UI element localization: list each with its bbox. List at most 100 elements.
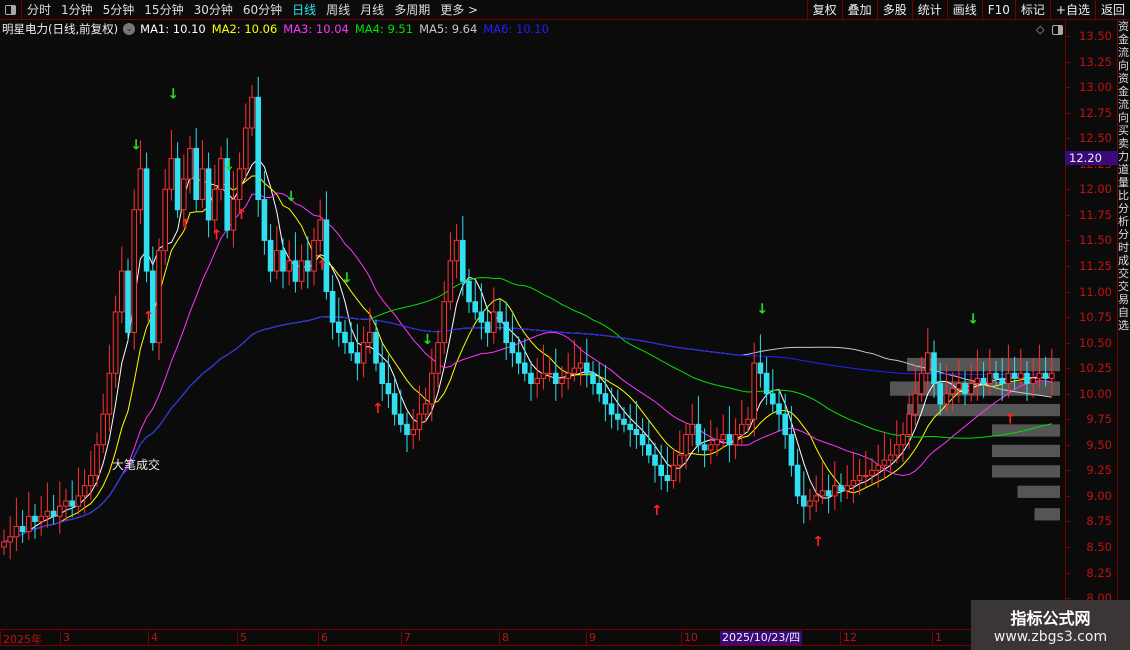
candle — [193, 127, 199, 211]
candle — [398, 389, 404, 433]
toolbar-button[interactable]: 标记 — [1014, 0, 1050, 20]
toolbar-right-buttons: 复权 叠加 多股 统计 画线 F10 标记 +自选 返回 — [806, 0, 1130, 20]
toolbar-button[interactable]: F10 — [981, 0, 1015, 20]
period-tab[interactable]: 多周期 — [389, 1, 435, 18]
candle — [286, 240, 292, 286]
candle — [106, 344, 113, 432]
price-tick: 9.50 — [1086, 437, 1112, 452]
candle — [869, 458, 875, 484]
side-panel-tabs[interactable]: 资金流向资金流向买卖力道量比分析分时成交交易自选 — [1118, 20, 1130, 630]
period-tab[interactable]: 月线 — [355, 1, 389, 18]
candle — [274, 226, 280, 280]
toolbar-button[interactable]: 返回 — [1094, 0, 1130, 20]
candle — [881, 431, 888, 480]
big-trade-label: 大笔成交 — [112, 458, 161, 472]
candle — [360, 326, 367, 378]
period-tab[interactable]: 5分钟 — [98, 1, 140, 18]
period-tab[interactable]: 分时 — [22, 1, 56, 18]
candle — [416, 385, 423, 441]
watermark-title: 指标公式网 — [1010, 609, 1091, 628]
candle — [621, 406, 627, 433]
price-tick: 8.75 — [1086, 514, 1112, 529]
candle — [7, 516, 13, 560]
ma-line-1 — [3, 157, 1052, 543]
month-label: 12 — [840, 631, 857, 646]
candle — [100, 393, 107, 453]
month-label: 2025年 — [0, 631, 42, 646]
ma-line-6 — [3, 316, 1052, 543]
sell-arrow-icon: ↓ — [285, 189, 297, 205]
buy-arrow-icon: ↑ — [651, 503, 663, 519]
tick-mark — [1066, 419, 1071, 421]
candle — [342, 320, 348, 354]
candle — [900, 422, 906, 463]
candlestick-chart[interactable]: ↓ ↓ ↓ ↓ ↓ ↓ ↓ ↓ ↑ ↑ ↑ ↑ ↑ ↑ ↑ ↑ ↑ — [0, 20, 1065, 629]
candle — [391, 377, 398, 426]
candle — [590, 360, 596, 395]
candle — [534, 357, 541, 398]
period-tab[interactable]: 更多 > — [435, 1, 483, 18]
candle — [125, 258, 131, 341]
period-tab[interactable]: 日线 — [287, 1, 321, 18]
candle — [354, 324, 361, 381]
candle — [323, 191, 330, 300]
toolbar: 分时 1分钟 5分钟 15分钟 30分钟 60分钟 日线 周线 月线 多周期 更多 > 复权 叠加 多股… — [0, 0, 1130, 20]
sell-arrow-icon: ↓ — [223, 158, 235, 174]
candle — [646, 420, 652, 464]
candle — [57, 481, 63, 534]
panel-icon — [5, 4, 16, 15]
candle — [906, 393, 913, 449]
candle — [1, 529, 7, 556]
candle — [243, 103, 249, 181]
candle — [187, 136, 193, 194]
month-label: 3 — [60, 631, 70, 646]
sell-arrow-icon: ↓ — [967, 311, 979, 327]
period-tab[interactable]: 15分钟 — [139, 1, 188, 18]
tick-mark — [1066, 214, 1071, 216]
buy-arrow-icon: ↑ — [180, 217, 192, 233]
candle — [633, 400, 640, 449]
volume-profile-bar — [992, 465, 1060, 478]
toolbar-button[interactable]: 多股 — [876, 0, 912, 20]
panel-toggle-button[interactable] — [0, 0, 22, 20]
candle — [763, 356, 770, 405]
price-tick: 10.00 — [1079, 386, 1112, 401]
candle — [69, 480, 76, 518]
buy-arrow-icon: ↑ — [372, 401, 384, 417]
month-label: 1 — [932, 631, 942, 646]
candle — [615, 389, 621, 431]
price-tick: 12.75 — [1079, 105, 1112, 120]
sell-arrow-icon: ↓ — [756, 301, 768, 317]
candle — [732, 418, 739, 460]
tick-mark — [1066, 572, 1071, 574]
price-tick: 8.50 — [1086, 540, 1112, 554]
candle — [776, 391, 782, 432]
price-tick: 9.25 — [1086, 463, 1112, 478]
candle — [509, 313, 516, 368]
period-tab[interactable]: 周线 — [321, 1, 355, 18]
candle — [292, 232, 299, 293]
candle — [807, 488, 813, 521]
tick-mark — [1066, 36, 1071, 37]
price-tick: 10.50 — [1079, 335, 1112, 350]
current-price-marker: 12.20 — [1065, 151, 1118, 165]
tick-mark — [1066, 342, 1071, 344]
candle — [751, 342, 758, 437]
period-tab[interactable]: 1分钟 — [56, 1, 98, 18]
toolbar-button[interactable]: 叠加 — [841, 0, 877, 20]
period-tab[interactable]: 60分钟 — [238, 1, 287, 18]
toolbar-button[interactable]: +自选 — [1049, 0, 1095, 20]
toolbar-button[interactable]: 复权 — [806, 0, 842, 20]
tick-mark — [1066, 240, 1071, 242]
toolbar-button[interactable]: 画线 — [946, 0, 982, 20]
candle — [664, 446, 671, 492]
toolbar-button[interactable]: 统计 — [911, 0, 947, 20]
candle — [689, 403, 696, 446]
price-tick: 12.00 — [1079, 182, 1112, 197]
candle — [825, 474, 832, 514]
month-label: 7 — [401, 631, 411, 646]
buy-arrow-icon: ↑ — [812, 534, 824, 550]
candle — [627, 403, 634, 447]
candle — [112, 295, 119, 388]
period-tab[interactable]: 30分钟 — [189, 1, 238, 18]
